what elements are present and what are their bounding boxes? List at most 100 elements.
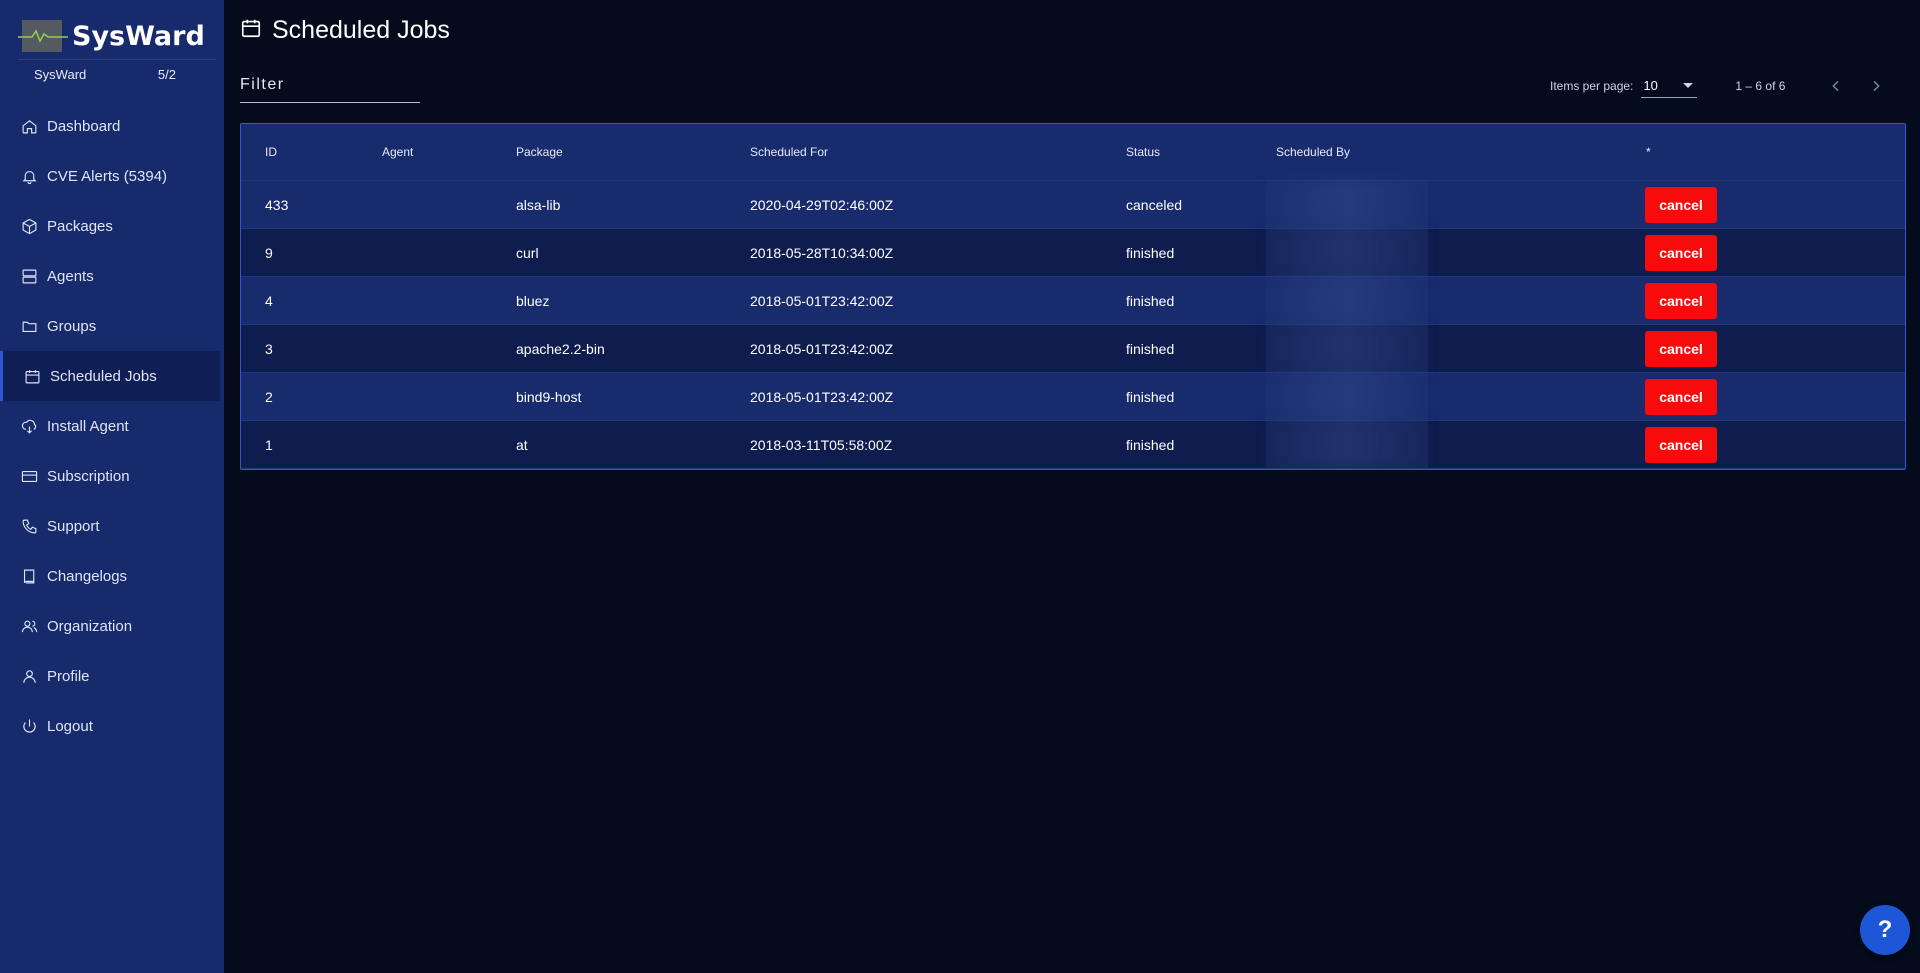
cell-package: at [516,436,528,453]
org-count: 5/2 [157,67,176,82]
sidebar-item-changelogs[interactable]: Changelogs [0,551,220,601]
filter-field[interactable] [240,74,420,103]
filter-input[interactable] [240,74,416,94]
cell-status: finished [1126,436,1175,453]
bell-icon [20,167,38,185]
column-header-scheduled-by[interactable]: Scheduled By [1276,145,1350,159]
column-header-scheduled-for[interactable]: Scheduled For [750,145,828,159]
credit-card-icon [20,467,38,485]
sidebar-item-subscription[interactable]: Subscription [0,451,220,501]
cancel-button[interactable]: cancel [1645,282,1717,319]
sidebar-item-cve-alerts[interactable]: CVE Alerts (5394) [0,151,220,201]
sidebar-item-label: Scheduled Jobs [50,367,157,385]
sidebar-item-scheduled-jobs[interactable]: Scheduled Jobs [0,351,220,401]
cell-scheduled-for: 2018-05-01T23:42:00Z [750,292,894,309]
power-icon [20,717,38,735]
brand-name: SysWard [72,20,205,52]
redacted-scheduled-by-overlay [1266,180,1428,469]
sidebar-item-label: Packages [47,217,113,235]
server-icon [20,267,38,285]
cell-id: 2 [265,388,273,405]
cell-status: canceled [1126,196,1183,213]
cancel-button[interactable]: cancel [1645,234,1717,271]
table-row: 4 bluez 2018-05-01T23:42:00Z finished ca… [241,277,1905,325]
paginator: Items per page: 10 1 – 6 of 6 [1550,74,1785,98]
cancel-button[interactable]: cancel [1645,426,1717,463]
chevron-right-icon [1873,80,1880,92]
cell-package: apache2.2-bin [516,340,605,357]
cell-scheduled-for: 2020-04-29T02:46:00Z [750,196,894,213]
cell-scheduled-for: 2018-05-01T23:42:00Z [750,388,894,405]
cell-id: 1 [265,436,273,453]
sidebar-item-label: Install Agent [47,417,129,435]
next-page-button[interactable] [1864,74,1888,98]
home-icon [20,117,38,135]
cell-id: 433 [265,196,289,213]
sidebar-item-label: Organization [47,617,133,635]
cell-package: curl [516,244,539,261]
sidebar-nav: Dashboard CVE Alerts (5394) Packages Age… [0,101,220,751]
sidebar-item-support[interactable]: Support [0,501,220,551]
calendar-icon [23,367,41,385]
sidebar-item-groups[interactable]: Groups [0,301,220,351]
sidebar-item-packages[interactable]: Packages [0,201,220,251]
sidebar-item-label: Support [47,517,100,535]
brand-logo[interactable]: SysWard [18,16,205,56]
cell-scheduled-for: 2018-05-01T23:42:00Z [750,340,894,357]
sidebar-item-label: CVE Alerts (5394) [47,167,168,185]
org-selector[interactable]: SysWard 5/2 [34,67,176,82]
column-header-package[interactable]: Package [516,145,563,159]
previous-page-button[interactable] [1824,74,1848,98]
sidebar-item-profile[interactable]: Profile [0,651,220,701]
sidebar-item-dashboard[interactable]: Dashboard [0,101,220,151]
sidebar-item-label: Groups [47,317,97,335]
org-name: SysWard [34,67,87,82]
sidebar-item-logout[interactable]: Logout [0,701,220,751]
table-row: 1 at 2018-03-11T05:58:00Z finished cance… [241,421,1905,469]
book-icon [20,567,38,585]
table-header: ID Agent Package Scheduled For Status Sc… [241,124,1905,181]
sidebar-item-agents[interactable]: Agents [0,251,220,301]
redacted-value [1266,420,1428,467]
box-icon [20,217,38,235]
sidebar-item-label: Agents [47,267,94,285]
redacted-value [1266,276,1428,323]
column-header-agent[interactable]: Agent [382,145,413,159]
help-button[interactable]: ? [1860,905,1910,955]
chevron-left-icon [1832,80,1839,92]
download-cloud-icon [20,417,38,435]
cancel-button[interactable]: cancel [1645,186,1717,223]
page-title: Scheduled Jobs [272,16,450,44]
sidebar-item-install-agent[interactable]: Install Agent [0,401,220,451]
sidebar-item-label: Subscription [47,467,130,485]
cell-status: finished [1126,292,1175,309]
range-label: 1 – 6 of 6 [1735,79,1786,93]
calendar-icon [240,17,262,44]
column-header-id[interactable]: ID [265,145,277,159]
items-per-page-label: Items per page: [1550,79,1634,93]
sidebar-item-label: Logout [47,717,93,735]
table-row: 9 curl 2018-05-28T10:34:00Z finished can… [241,229,1905,277]
cell-id: 3 [265,340,273,357]
users-icon [20,617,38,635]
page-header: Scheduled Jobs [240,16,450,45]
cell-package: bluez [516,292,550,309]
cancel-button[interactable]: cancel [1645,378,1717,415]
sidebar-item-label: Dashboard [47,117,121,135]
column-header-status[interactable]: Status [1126,145,1160,159]
pulse-logo-icon [18,20,68,52]
cell-package: alsa-lib [516,196,561,213]
cell-package: bind9-host [516,388,582,405]
items-per-page-select[interactable]: 10 [1641,75,1698,98]
table-row: 2 bind9-host 2018-05-01T23:42:00Z finish… [241,373,1905,421]
redacted-value [1266,228,1428,275]
cancel-button[interactable]: cancel [1645,330,1717,367]
cell-scheduled-for: 2018-05-28T10:34:00Z [750,244,894,261]
sidebar-item-organization[interactable]: Organization [0,601,220,651]
redacted-value [1266,324,1428,371]
sidebar-item-label: Profile [47,667,90,685]
user-icon [20,667,38,685]
divider [18,59,216,60]
redacted-value [1266,372,1428,419]
table-row: 3 apache2.2-bin 2018-05-01T23:42:00Z fin… [241,325,1905,373]
